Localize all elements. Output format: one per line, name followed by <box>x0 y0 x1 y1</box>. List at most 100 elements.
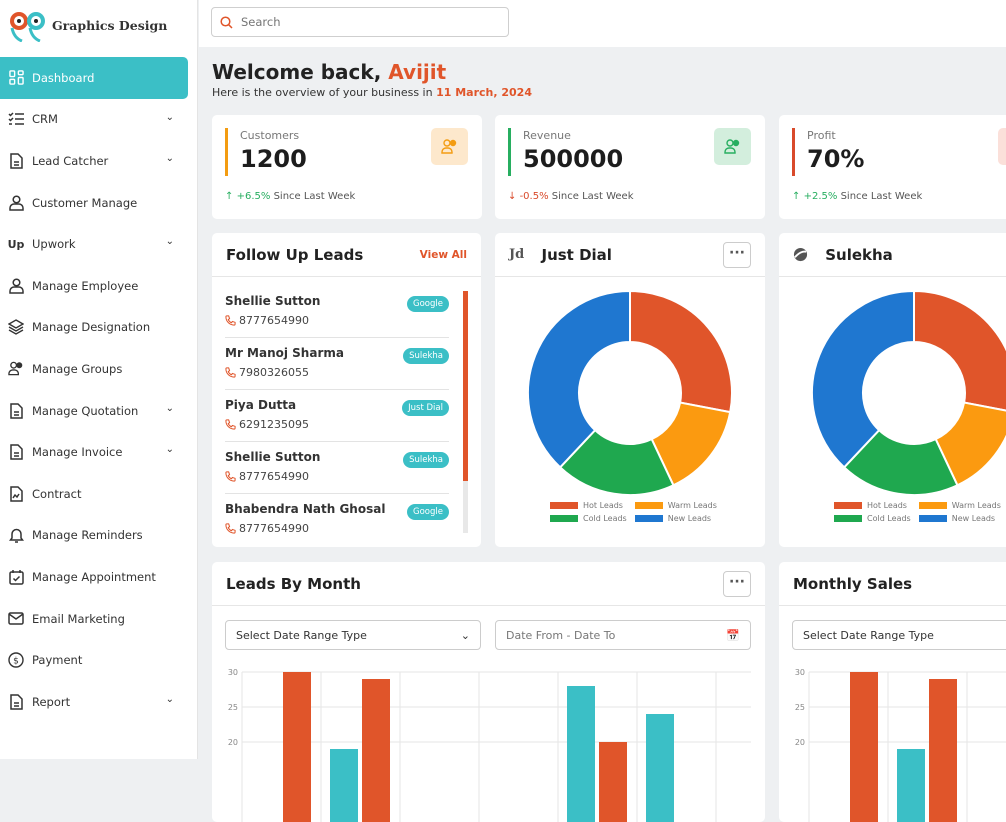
select-value: Select Date Range Type <box>803 628 934 642</box>
sidebar-item-lead-catcher[interactable]: Lead Catcher ⌄ <box>0 140 188 182</box>
date-range-type-select[interactable]: Select Date Range Type <box>792 620 1006 650</box>
change-value: +2.5% <box>803 191 838 202</box>
donut-slice-hot-leads[interactable] <box>629 289 733 414</box>
user-icon <box>8 195 24 211</box>
list-item[interactable]: Shellie Sutton 8777654990 Sulekha <box>225 442 449 494</box>
chevron-down-icon[interactable]: ⌄ <box>166 153 174 164</box>
card-header: Sulekha <box>779 233 1006 277</box>
lead-phone: 8777654990 <box>225 314 309 327</box>
list-item[interactable]: Shellie Sutton 8777654990 Google <box>225 286 449 338</box>
change-value: +6.5% <box>236 191 271 202</box>
more-options-button[interactable]: ··· <box>723 571 751 597</box>
stat-card-customers: Customers 1200 ↑ +6.5% Since Last Week <box>212 115 482 219</box>
bar[interactable] <box>646 714 674 822</box>
chevron-down-icon[interactable]: ⌄ <box>166 444 174 455</box>
bar[interactable] <box>599 742 627 822</box>
sidebar-item-label: Customer Manage <box>32 195 138 210</box>
sidebar-item-report[interactable]: Report ⌄ <box>0 681 188 723</box>
stat-change: ↑ +2.5% Since Last Week <box>792 191 922 202</box>
card-title: Sulekha <box>825 245 893 264</box>
legend-label: Warm Leads <box>951 501 1001 510</box>
scrollbar[interactable] <box>463 291 468 533</box>
users-icon <box>998 128 1006 165</box>
view-all-link[interactable]: View All <box>420 249 467 261</box>
lead-name: Shellie Sutton <box>225 294 321 308</box>
donut-slice-hot-leads[interactable] <box>913 289 1006 412</box>
sidebar-item-email-marketing[interactable]: Email Marketing <box>0 598 188 640</box>
legend-item[interactable]: New Leads <box>634 514 717 523</box>
sidebar-item-customer-manage[interactable]: Customer Manage <box>0 182 188 224</box>
legend-item[interactable]: Cold Leads <box>550 514 627 523</box>
legend-label: Cold Leads <box>867 514 911 523</box>
sidebar-item-manage-invoice[interactable]: Manage Invoice ⌄ <box>0 431 188 473</box>
sidebar-item-crm[interactable]: CRM ⌄ <box>0 99 188 141</box>
date-range-type-select[interactable]: Select Date Range Type ⌄ <box>225 620 481 650</box>
list-item[interactable]: Piya Dutta 6291235095 Just Dial <box>225 390 449 442</box>
card-title: Leads By Month <box>226 574 361 593</box>
legend-item[interactable]: Hot Leads <box>550 501 627 510</box>
chevron-down-icon[interactable]: ⌄ <box>166 112 174 123</box>
sidebar-item-dashboard[interactable]: Dashboard <box>0 57 188 99</box>
date-range-input[interactable]: Date From - Date To 📅 <box>495 620 751 650</box>
dashboard-icon <box>8 70 24 86</box>
welcome-section: Welcome back, Avijit Here is the overvie… <box>212 60 532 99</box>
chevron-down-icon[interactable]: ⌄ <box>166 403 174 414</box>
calendar-icon[interactable]: 📅 <box>726 629 740 642</box>
sidebar-item-manage-reminders[interactable]: Manage Reminders <box>0 515 188 557</box>
bar[interactable] <box>929 679 957 822</box>
contract-icon <box>8 485 24 502</box>
bar[interactable] <box>330 749 358 822</box>
phone-icon <box>225 315 236 326</box>
sidebar-item-manage-appointment[interactable]: Manage Appointment <box>0 556 188 598</box>
follow-up-leads-card: Follow Up Leads View All Shellie Sutton 8… <box>212 233 481 547</box>
stat-label: Revenue <box>523 129 571 142</box>
list-item[interactable]: Bhabendra Nath Ghosal 8777654990 Google <box>225 494 449 546</box>
arrow-up-icon: ↑ <box>792 191 801 202</box>
bar[interactable] <box>567 686 595 822</box>
scrollbar-thumb[interactable] <box>463 291 468 481</box>
stat-change: ↑ +6.5% Since Last Week <box>225 191 355 202</box>
search-box[interactable] <box>211 7 509 37</box>
bar[interactable] <box>850 672 878 822</box>
bar[interactable] <box>283 672 311 822</box>
phone-number: 8777654990 <box>239 522 309 535</box>
sidebar-item-contract[interactable]: Contract <box>0 473 188 515</box>
page-title: Welcome back, Avijit <box>212 60 532 84</box>
document-icon <box>8 444 24 460</box>
sidebar-item-manage-designation[interactable]: Manage Designation <box>0 307 188 349</box>
more-options-button[interactable]: ··· <box>723 242 751 268</box>
legend-item[interactable]: Warm Leads <box>634 501 717 510</box>
leads-by-month-bar-chart: 30 25 20 <box>228 668 751 822</box>
sidebar-item-label: Manage Employee <box>32 278 139 293</box>
sidebar-item-label: Manage Invoice <box>32 445 123 460</box>
phone-number: 8777654990 <box>239 314 309 327</box>
sidebar-item-manage-groups[interactable]: Manage Groups <box>0 348 188 390</box>
sidebar-item-manage-quotation[interactable]: Manage Quotation ⌄ <box>0 390 188 432</box>
lead-phone: 8777654990 <box>225 522 309 535</box>
bar[interactable] <box>362 679 390 822</box>
y-tick-label: 30 <box>795 668 805 677</box>
checklist-icon <box>8 111 24 127</box>
legend-item[interactable]: Warm Leads <box>918 501 1001 510</box>
bar[interactable] <box>897 749 925 822</box>
lead-name: Mr Manoj Sharma <box>225 346 344 360</box>
sidebar-item-label: Manage Designation <box>32 320 151 335</box>
list-item[interactable]: Mr Manoj Sharma 7980326055 Sulekha <box>225 338 449 390</box>
legend-item[interactable]: New Leads <box>918 514 1001 523</box>
monthly-sales-bar-chart: 30 25 20 <box>795 668 1006 822</box>
search-input[interactable] <box>241 15 491 29</box>
chevron-down-icon[interactable]: ⌄ <box>166 694 174 705</box>
users-icon <box>714 128 751 165</box>
sidebar-item-payment[interactable]: $ Payment <box>0 639 188 681</box>
source-badge: Google <box>407 504 449 520</box>
phone-icon <box>225 471 236 482</box>
sidebar-item-manage-employee[interactable]: Manage Employee <box>0 265 188 307</box>
brand-logo[interactable]: Graphics Design <box>8 8 167 42</box>
phone-number: 8777654990 <box>239 470 309 483</box>
mail-icon <box>8 611 24 627</box>
sidebar-item-upwork[interactable]: Up Upwork ⌄ <box>0 223 188 265</box>
user-icon <box>8 278 24 294</box>
chevron-down-icon[interactable]: ⌄ <box>166 236 174 247</box>
legend-item[interactable]: Cold Leads <box>834 514 911 523</box>
legend-item[interactable]: Hot Leads <box>834 501 911 510</box>
